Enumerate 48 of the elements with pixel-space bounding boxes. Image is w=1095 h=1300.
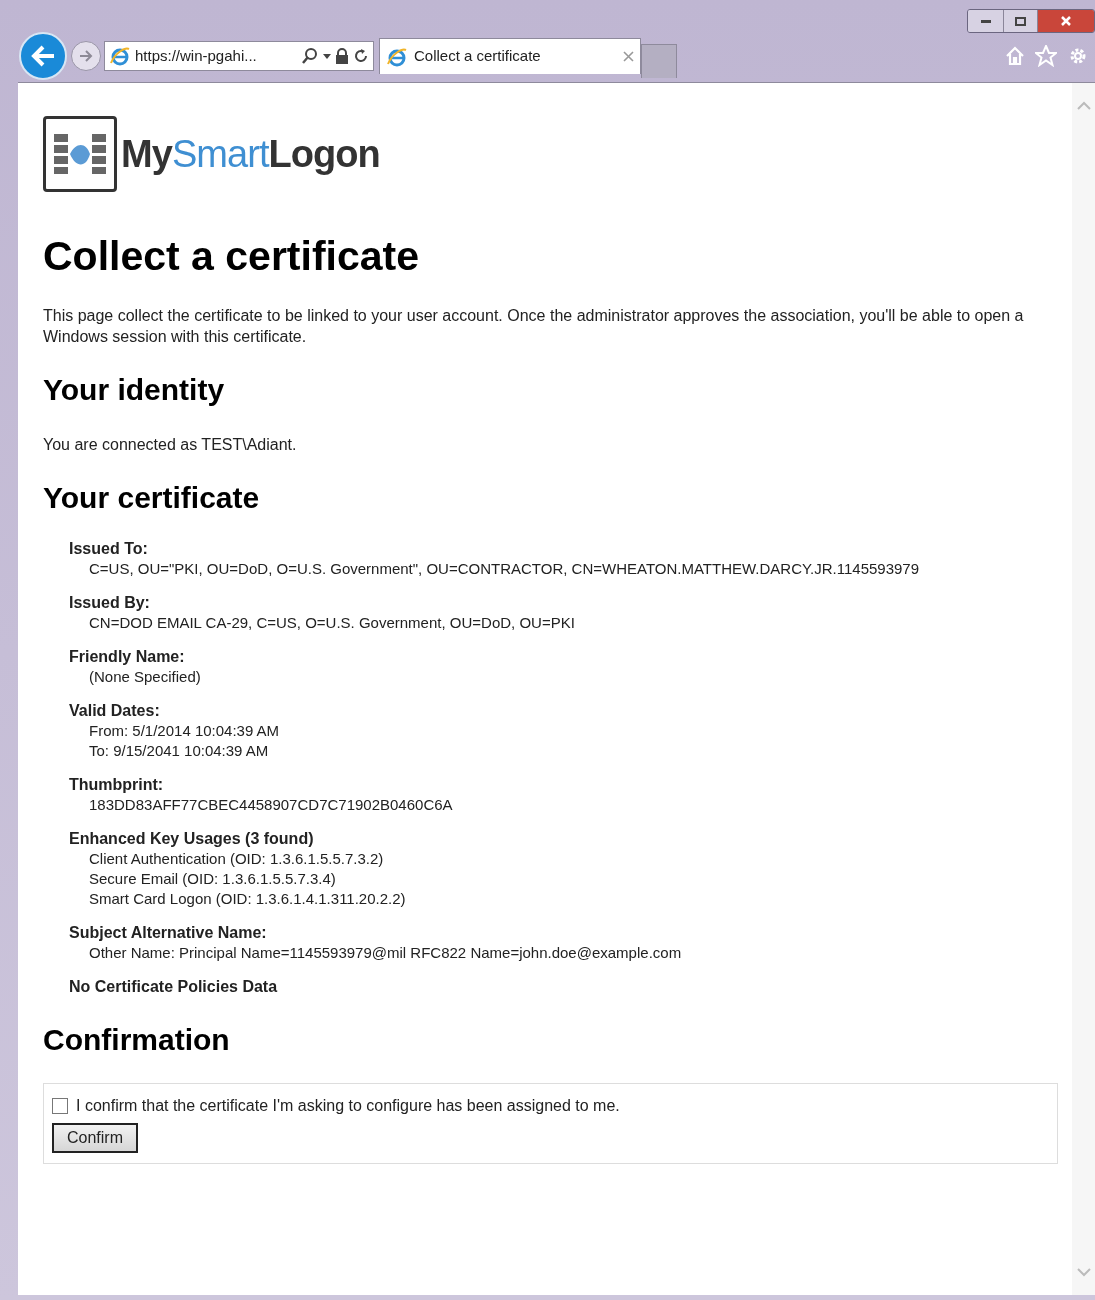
field-value: Secure Email (OID: 1.3.6.1.5.5.7.3.4) [88,869,337,889]
field-label: Friendly Name: [69,647,186,667]
field-label: No Certificate Policies Data [69,977,279,997]
section-heading: Your certificate [43,483,261,513]
field-value: Client Authentication (OID: 1.3.6.1.5.5.7.3.2) [88,849,385,869]
identity-text: You are connected as TEST\Adiant. [43,435,298,455]
forward-button[interactable] [71,41,101,71]
confirm-button[interactable]: Confirm [52,1123,138,1153]
field-label: Enhanced Key Usages (3 found) [69,829,315,849]
lock-icon[interactable] [335,48,349,64]
search-icon[interactable] [301,47,319,65]
field-label: Issued By: [69,593,151,613]
minimize-button[interactable] [968,10,1004,32]
maximize-button[interactable] [1004,10,1038,32]
section-heading: Confirmation [43,1025,231,1055]
home-icon[interactable] [1005,46,1025,66]
refresh-icon[interactable] [353,48,369,64]
address-bar[interactable]: https://win-pgahi... [104,41,374,71]
page-title: Collect a certificate [43,236,420,277]
back-arrow-icon [30,45,56,67]
back-button[interactable] [19,32,67,80]
browser-tab[interactable]: Collect a certificate [379,38,641,74]
tab-title: Collect a certificate [414,46,541,67]
caret-icon[interactable] [323,53,331,59]
checkbox-label[interactable]: I confirm that the certificate I'm asking to configure has been assigned to me. [76,1094,620,1118]
field-value: (None Specified) [88,667,202,687]
logo-text: MySmartLogon [121,135,380,173]
field-value: From: 5/1/2014 10:04:39 AM [88,721,281,741]
browser-logo-icon [109,45,131,67]
section-heading: Your identity [43,375,226,405]
close-icon [1060,15,1072,27]
field-label: Issued To: [69,539,149,559]
field-label: Subject Alternative Name: [69,923,268,943]
field-value: CN=DOD EMAIL CA-29, C=US, O=U.S. Government, OU=DoD, OU=PKI [88,613,576,633]
field-value: To: 9/15/2041 10:04:39 AM [88,741,270,761]
field-label: Thumbprint: [69,775,165,795]
checkbox[interactable] [52,1098,68,1114]
intro-paragraph: This page collect the certificate to be linked to your user account. Once the administrator approves the association, you'll be able to open a Windows session with this certificate. [43,306,1025,347]
field-value: 183DD83AFF77CBEC4458907CD7C71902B0460C6A [88,795,454,815]
field-value: Other Name: Principal Name=1145593979@mil RFC822 Name=john.doe@example.com [88,943,683,963]
address-text: https://win-pgahi... [135,45,257,66]
close-button[interactable] [1038,10,1094,32]
field-value: Smart Card Logon (OID: 1.3.6.1.4.1.311.20.2.2) [88,889,407,909]
star-icon[interactable] [1035,45,1057,67]
field-value: C=US, OU="PKI, OU=DoD, O=U.S. Government", OU=CONTRACTOR, CN=WHEATON.MATTHEW.DARCY.JR.1145593979 [88,559,921,579]
close-icon[interactable] [623,51,634,62]
field-label: Valid Dates: [69,701,161,721]
forward-arrow-icon [78,49,94,63]
